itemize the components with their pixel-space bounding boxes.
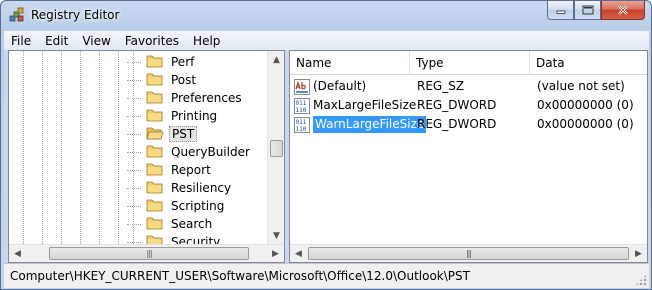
tree-horizontal-scroll-thumb[interactable]: ||| (49, 247, 249, 260)
status-bar: Computer\HKEY_CURRENT_USER\Software\Micr… (4, 263, 649, 288)
folder-icon (146, 55, 163, 68)
tree-item-label: Search (171, 217, 213, 231)
expand-arrow-icon[interactable] (128, 110, 134, 120)
dword-value-icon: 011110 (294, 98, 310, 114)
value-type-cell: REG_DWORD (417, 117, 497, 131)
folder-icon (146, 109, 163, 122)
window-title: Registry Editor (31, 8, 120, 22)
folder-icon (146, 145, 163, 158)
close-icon (618, 5, 628, 15)
folder-icon (146, 217, 163, 230)
list-horizontal-scrollbar[interactable]: ◀ ||| ▶ (290, 244, 647, 262)
caption-buttons (547, 1, 645, 21)
tree-item-search[interactable]: Search (9, 215, 267, 233)
menu-favorites[interactable]: Favorites (118, 34, 186, 48)
scroll-up-arrow-icon[interactable]: ▲ (268, 51, 284, 68)
scroll-left-arrow-icon[interactable]: ◀ (9, 245, 26, 262)
list-horizontal-scroll-thumb[interactable]: ||| (308, 247, 629, 260)
key-tree: Perf Post Preferences Printing PST QueryBuild… (9, 51, 267, 244)
tree-item-label: Preferences (171, 91, 242, 105)
tree-item-querybuilder[interactable]: QueryBuilder (9, 143, 267, 161)
key-tree-pane[interactable]: Perf Post Preferences Printing PST QueryBuild… (8, 50, 285, 263)
main-content: Perf Post Preferences Printing PST QueryBuild… (4, 50, 649, 263)
folder-icon (146, 199, 163, 212)
value-type-cell: REG_DWORD (417, 98, 497, 112)
minimize-icon (556, 10, 565, 14)
folder-icon (146, 73, 163, 86)
string-value-icon (294, 79, 310, 95)
open-folder-icon (146, 127, 164, 140)
dword-value-icon: 011110 (294, 117, 310, 133)
tree-item-label: PST (169, 126, 198, 142)
svg-text:110: 110 (296, 126, 307, 133)
tree-vertical-scroll-thumb[interactable] (270, 140, 283, 157)
tree-item-security[interactable]: Security (9, 233, 267, 244)
minimize-button[interactable] (547, 1, 574, 20)
current-key-path: Computer\HKEY_CURRENT_USER\Software\Micr… (10, 269, 470, 283)
tree-vertical-scrollbar[interactable]: ▲ ▼ (267, 51, 284, 244)
value-name-cell: WarnLargeFileSize (313, 116, 427, 133)
value-data-cell: (value not set) (537, 79, 625, 93)
value-name-cell: MaxLargeFileSize (313, 98, 417, 112)
expand-arrow-icon[interactable] (128, 182, 134, 192)
value-type-cell: REG_SZ (417, 79, 465, 93)
tree-item-scripting[interactable]: Scripting (9, 197, 267, 215)
tree-item-label: Perf (171, 55, 195, 69)
value-data-cell: 0x00000000 (0) (537, 98, 634, 112)
maximize-icon (582, 5, 593, 15)
resize-grip-icon[interactable] (635, 274, 647, 286)
menu-view[interactable]: View (75, 34, 117, 48)
tree-item-label: Scripting (171, 199, 225, 213)
value-row[interactable]: 011 110 WarnLargeFileSize REG_DWORD 0x000000… (290, 115, 647, 134)
menu-file[interactable]: File (4, 34, 38, 48)
folder-icon (146, 235, 163, 244)
column-header-name[interactable]: Name (290, 51, 410, 75)
tree-item-label: QueryBuilder (171, 145, 250, 159)
folder-icon (146, 91, 163, 104)
tree-item-label: Report (171, 163, 211, 177)
svg-text:011: 011 (296, 100, 307, 107)
scroll-left-arrow-icon[interactable]: ◀ (290, 245, 307, 262)
column-header-data[interactable]: Data (530, 51, 647, 75)
expand-arrow-icon[interactable] (128, 218, 134, 228)
tree-item-preferences[interactable]: Preferences (9, 89, 267, 107)
title-bar[interactable]: Registry Editor (1, 1, 651, 31)
value-name-cell: (Default) (313, 79, 367, 93)
tree-item-label: Resiliency (171, 181, 232, 195)
maximize-button[interactable] (574, 1, 601, 20)
value-data-cell: 0x00000000 (0) (537, 117, 634, 131)
menu-help[interactable]: Help (186, 34, 227, 48)
close-button[interactable] (601, 1, 645, 20)
folder-icon (146, 181, 163, 194)
list-header: Name Type Data (290, 51, 647, 75)
svg-text:110: 110 (296, 107, 307, 114)
expand-arrow-icon[interactable] (128, 92, 134, 102)
scroll-right-arrow-icon[interactable]: ▶ (630, 245, 647, 262)
tree-item-label: Post (171, 73, 197, 87)
menu-edit[interactable]: Edit (38, 34, 75, 48)
tree-item-resiliency[interactable]: Resiliency (9, 179, 267, 197)
column-header-type[interactable]: Type (410, 51, 530, 75)
value-row[interactable]: 011 110 MaxLargeFileSize REG_DWORD 0x0000000… (290, 96, 647, 115)
registry-editor-window: Registry Editor File Edit View Favorites… (0, 0, 652, 290)
tree-item-pst[interactable]: PST (9, 125, 267, 143)
tree-item-perf[interactable]: Perf (9, 53, 267, 71)
values-list-pane[interactable]: Name Type Data (Default) REG_SZ (value not… (289, 50, 648, 263)
scroll-right-arrow-icon[interactable]: ▶ (267, 245, 284, 262)
value-row[interactable]: (Default) REG_SZ (value not set) (290, 77, 647, 96)
scroll-down-arrow-icon[interactable]: ▼ (268, 227, 284, 244)
menu-bar: File Edit View Favorites Help (4, 31, 649, 50)
tree-horizontal-scrollbar[interactable]: ◀ ||| ▶ (9, 244, 284, 262)
registry-editor-icon (9, 7, 24, 22)
expand-arrow-icon[interactable] (128, 56, 134, 66)
svg-text:011: 011 (296, 119, 307, 126)
tree-item-post[interactable]: Post (9, 71, 267, 89)
tree-item-label: Security (171, 235, 221, 244)
tree-item-label: Printing (171, 109, 218, 123)
folder-icon (146, 163, 163, 176)
tree-item-printing[interactable]: Printing (9, 107, 267, 125)
tree-item-report[interactable]: Report (9, 161, 267, 179)
